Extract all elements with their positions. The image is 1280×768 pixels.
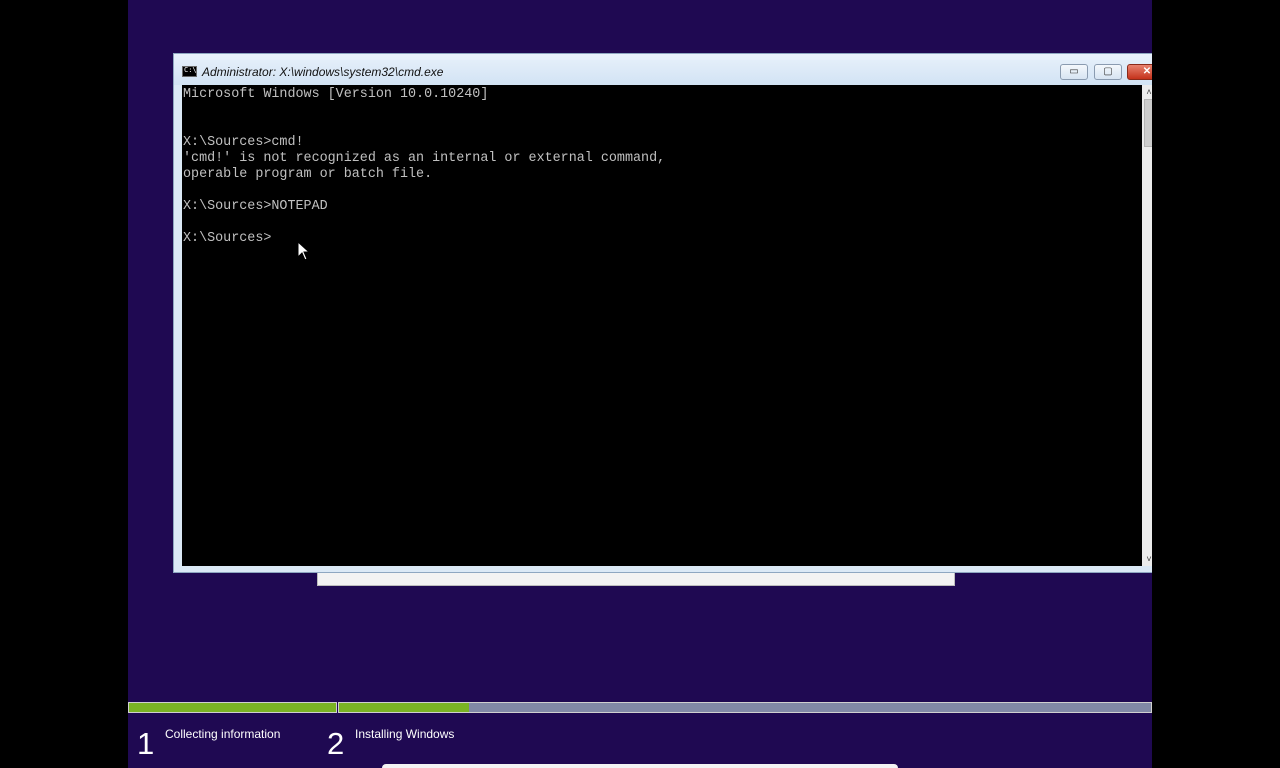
step-label: Installing Windows [355, 727, 455, 741]
progress-fill-1 [129, 703, 336, 712]
setup-dialog-bottom-edge [382, 764, 898, 768]
console-line: 'cmd!' is not recognized as an internal … [183, 151, 666, 166]
maximize-button[interactable]: ▢ [1094, 64, 1122, 80]
console-line: Microsoft Windows [Version 10.0.10240] [183, 87, 489, 102]
step-label: Collecting information [165, 727, 281, 741]
cmd-window[interactable]: C:\ Administrator: X:\windows\system32\c… [173, 53, 1152, 573]
step-number: 2 [327, 726, 345, 761]
console-output[interactable]: Microsoft Windows [Version 10.0.10240] X… [182, 85, 1142, 566]
window-title: Administrator: X:\windows\system32\cmd.e… [202, 65, 444, 79]
progress-segment-2 [338, 702, 1152, 713]
progress-segment-1 [128, 702, 337, 713]
setup-screen: C:\ Administrator: X:\windows\system32\c… [128, 0, 1152, 768]
minimize-button[interactable]: ▭ [1060, 64, 1088, 80]
setup-progress-bar [128, 702, 1152, 713]
console-line: X:\Sources>NOTEPAD [183, 199, 328, 214]
console-line: X:\Sources>cmd! [183, 135, 304, 150]
progress-fill-2 [339, 703, 469, 712]
console-icon-glyph: C:\ [184, 66, 197, 74]
close-button[interactable]: ✕ [1127, 64, 1152, 80]
title-bar[interactable]: C:\ Administrator: X:\windows\system32\c… [174, 54, 1152, 85]
console-icon[interactable]: C:\ [182, 66, 197, 77]
console-prompt[interactable]: X:\Sources> [183, 231, 665, 247]
scroll-down-icon[interactable]: ˅ [1142, 552, 1152, 566]
scroll-thumb[interactable] [1144, 99, 1152, 147]
setup-dialog-edge [317, 572, 955, 586]
vertical-scrollbar[interactable]: ˄ ˅ [1142, 85, 1152, 566]
maximize-icon: ▢ [1103, 66, 1113, 77]
minimize-icon: ▭ [1069, 66, 1079, 77]
close-icon: ✕ [1142, 66, 1152, 77]
scroll-up-icon[interactable]: ˄ [1142, 85, 1152, 99]
mouse-cursor-icon [297, 241, 311, 261]
console-line: operable program or batch file. [183, 167, 433, 182]
console-text: Microsoft Windows [Version 10.0.10240] X… [183, 87, 665, 247]
step-number: 1 [137, 726, 155, 761]
